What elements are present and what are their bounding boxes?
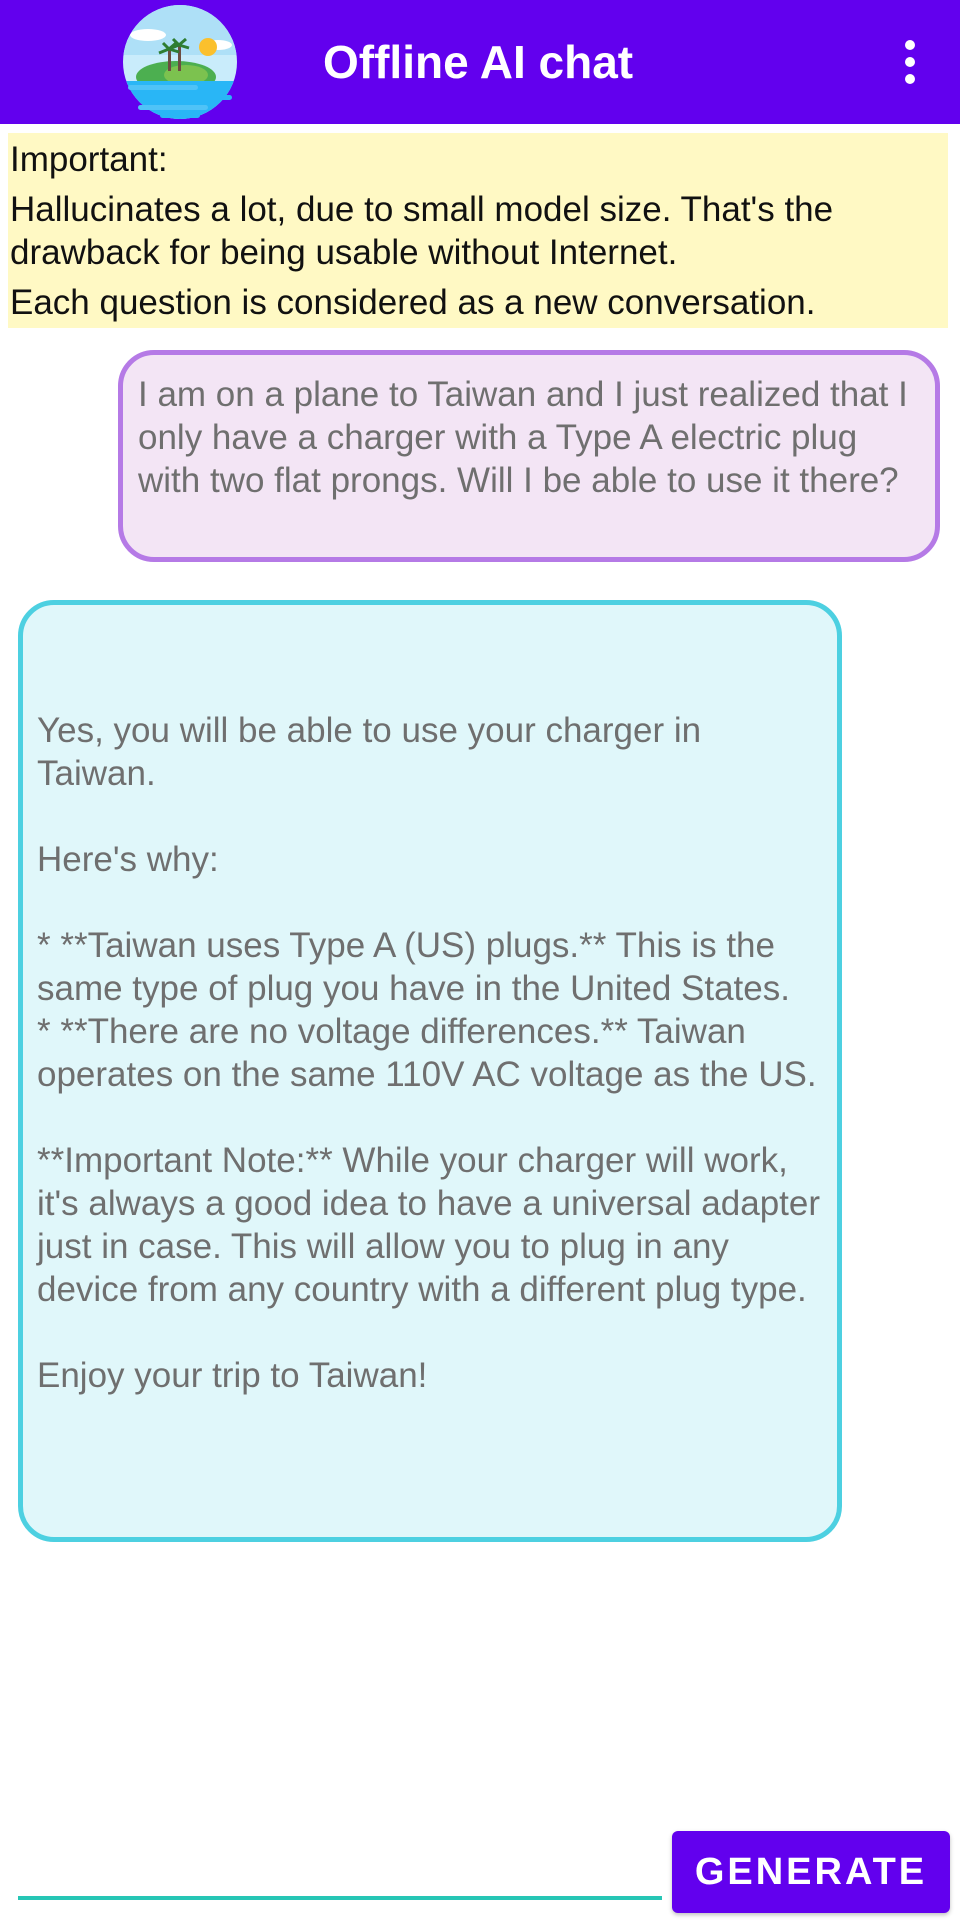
menu-dot xyxy=(905,74,915,84)
island-sunset-logo-icon xyxy=(123,5,237,119)
notice-line-conversation: Each question is considered as a new con… xyxy=(10,283,816,322)
notice-heading: Important: xyxy=(10,140,168,179)
menu-dot xyxy=(905,57,915,67)
prompt-input[interactable] xyxy=(18,1830,662,1900)
notice-line-hallucination: Hallucinates a lot, due to small model s… xyxy=(10,190,834,272)
ai-response-bubble: Yes, you will be able to use your charge… xyxy=(18,600,842,1542)
app-bar: Offline AI chat xyxy=(0,0,960,124)
menu-dot xyxy=(905,40,915,50)
user-message-bubble: I am on a plane to Taiwan and I just rea… xyxy=(118,350,940,562)
important-notice: Important: Hallucinates a lot, due to sm… xyxy=(8,133,948,328)
app-title: Offline AI chat xyxy=(323,36,634,88)
more-vert-icon[interactable] xyxy=(884,32,936,92)
generate-button[interactable]: GENERATE xyxy=(672,1831,950,1913)
